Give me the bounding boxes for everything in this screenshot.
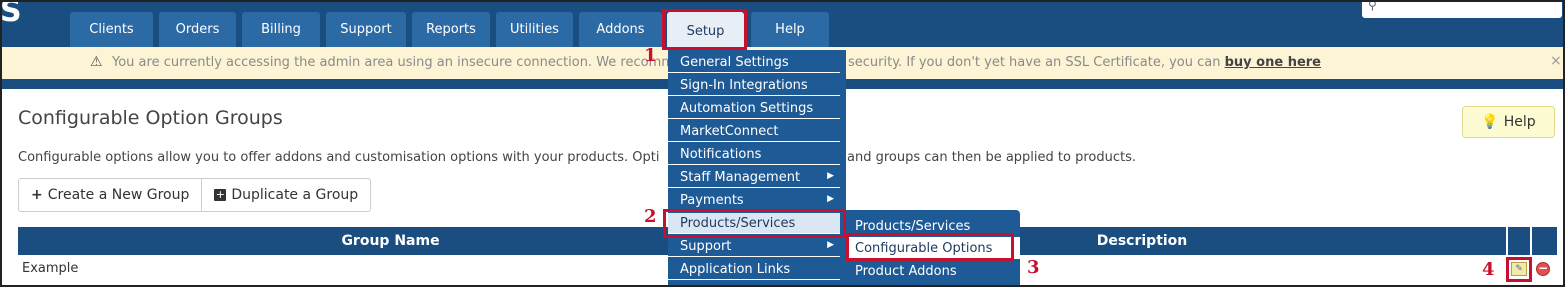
tab-reports[interactable]: Reports xyxy=(412,12,490,47)
help-button-label: Help xyxy=(1503,114,1536,130)
submenu-item-product-addons[interactable]: Product Addons xyxy=(846,260,1020,282)
tab-clients[interactable]: Clients xyxy=(70,12,153,47)
warning-text: You are currently accessing the admin ar… xyxy=(112,55,718,70)
lightbulb-icon: 💡 xyxy=(1481,114,1499,130)
edit-icon-highlight xyxy=(1506,257,1532,282)
warning-icon: ⚠ xyxy=(90,54,103,70)
step-number-1: 1 xyxy=(644,45,657,66)
tab-help[interactable]: Help xyxy=(751,12,829,47)
step-number-2: 2 xyxy=(644,206,657,227)
menu-item-general-settings[interactable]: General Settings xyxy=(668,52,840,73)
logo[interactable]: S xyxy=(0,0,22,29)
buy-ssl-link[interactable]: buy one here xyxy=(1225,55,1321,70)
column-header-group-name[interactable]: Group Name xyxy=(18,227,763,255)
setup-dropdown-menu: General Settings Sign-In Integrations Au… xyxy=(668,50,846,287)
menu-item-staff-management[interactable]: Staff Management ▶ xyxy=(668,167,840,188)
setup-tab-highlight xyxy=(662,9,747,50)
menu-item-sign-in-integrations[interactable]: Sign-In Integrations xyxy=(668,75,840,96)
tab-addons[interactable]: Addons xyxy=(579,12,662,47)
caret-right-icon: ▶ xyxy=(827,194,834,204)
step-number-3: 3 xyxy=(1027,257,1040,278)
menu-item-notifications[interactable]: Notifications xyxy=(668,144,840,165)
search-input[interactable]: ⚲ xyxy=(1362,0,1562,18)
help-button[interactable]: 💡 Help xyxy=(1462,106,1555,138)
configurable-options-highlight xyxy=(846,233,1014,261)
tab-orders[interactable]: Orders xyxy=(159,12,236,47)
products-services-highlight xyxy=(663,209,846,238)
duplicate-group-button[interactable]: + Duplicate a Group xyxy=(201,179,370,211)
tab-billing[interactable]: Billing xyxy=(242,12,320,47)
top-navbar: S Clients Orders Billing Support Reports… xyxy=(0,0,1565,50)
page-description-continued: and groups can then be applied to produc… xyxy=(847,150,1136,165)
page-description: Configurable options allow you to offer … xyxy=(18,150,660,165)
create-group-label: Create a New Group xyxy=(47,187,190,203)
warning-text-after: security. If you don't yet have an SSL C… xyxy=(848,55,1221,70)
page-title: Configurable Option Groups xyxy=(18,107,283,129)
menu-item-support[interactable]: Support ▶ xyxy=(668,236,840,257)
menu-item-application-links[interactable]: Application Links xyxy=(668,259,840,280)
delete-icon[interactable]: − xyxy=(1536,262,1550,276)
close-icon[interactable]: × xyxy=(1550,53,1562,69)
search-icon: ⚲ xyxy=(1368,0,1377,12)
menu-item-automation-settings[interactable]: Automation Settings xyxy=(668,98,840,119)
plus-icon: + xyxy=(31,187,43,203)
caret-right-icon: ▶ xyxy=(827,240,834,250)
caret-right-icon: ▶ xyxy=(827,171,834,181)
plus-square-icon: + xyxy=(214,188,227,201)
menu-item-marketconnect[interactable]: MarketConnect xyxy=(668,121,840,142)
step-number-4: 4 xyxy=(1482,259,1495,280)
create-group-button[interactable]: + Create a New Group xyxy=(19,179,201,211)
group-name-cell: Example xyxy=(22,261,79,276)
tab-utilities[interactable]: Utilities xyxy=(496,12,573,47)
duplicate-group-label: Duplicate a Group xyxy=(231,187,359,203)
warning-text-continued: security. If you don't yet have an SSL C… xyxy=(848,55,1321,70)
tab-support[interactable]: Support xyxy=(326,12,406,47)
action-button-group: + Create a New Group + Duplicate a Group xyxy=(18,178,372,212)
menu-item-payments[interactable]: Payments ▶ xyxy=(668,190,840,211)
